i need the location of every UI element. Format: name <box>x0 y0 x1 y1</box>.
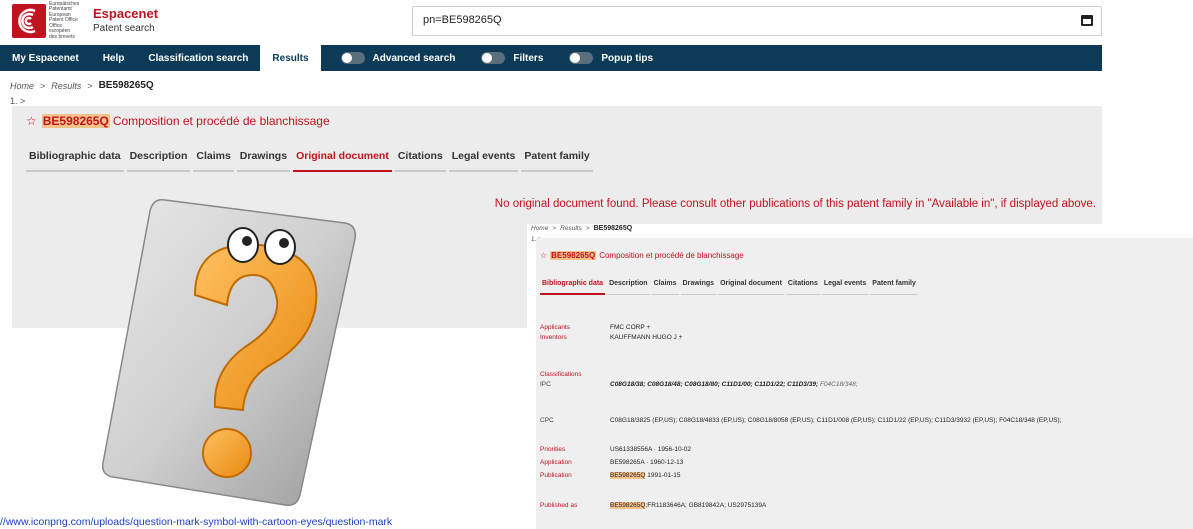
applicants-value[interactable]: FMC CORP + <box>610 324 650 331</box>
preview-tab-claims[interactable]: Claims <box>651 280 679 295</box>
toggle-switch-icon <box>340 52 365 64</box>
tab-drawings[interactable]: Drawings <box>236 150 291 172</box>
cpc-row: CPC C08G18/3825 (EP,US); C08G18/4833 (EP… <box>540 417 1062 424</box>
application-row: Application BE598265A · 1960-12-13 <box>540 459 683 466</box>
image-url[interactable]: //www.iconpng.com/uploads/question-mark-… <box>0 516 540 528</box>
preview-tab-patent-family[interactable]: Patent family <box>870 280 918 295</box>
breadcrumb-home[interactable]: Home <box>10 81 34 91</box>
search-box <box>412 6 1102 36</box>
classifications-row: Classifications <box>540 371 610 378</box>
star-icon[interactable]: ☆ <box>26 114 37 128</box>
priorities-row: Priorities US61338556A · 1956-10-02 <box>540 446 691 453</box>
epo-logo-icon <box>12 4 46 38</box>
applicants-label: Applicants <box>540 324 570 331</box>
tab-description[interactable]: Description <box>126 150 191 172</box>
preview-document-number: BE598265Q <box>550 251 597 260</box>
chevron-right-icon: > <box>585 225 590 232</box>
publication-value[interactable]: BE598265Q 1991-01-15 <box>610 472 680 479</box>
toggle-switch-icon <box>481 52 506 64</box>
document-tabs: Bibliographic data Description Claims Dr… <box>26 150 596 172</box>
nav-my-espacenet[interactable]: My Espacenet <box>0 45 91 71</box>
nav-classification-search[interactable]: Classification search <box>136 45 260 71</box>
document-number: BE598265Q <box>41 114 110 128</box>
star-icon[interactable]: ☆ <box>540 251 547 260</box>
epo-logo[interactable]: Europäisches Patentamt European Patent O… <box>12 0 80 40</box>
logo-text: Europäisches Patentamt European Patent O… <box>49 0 80 40</box>
toggle-label: Filters <box>513 52 544 64</box>
brand-subtitle: Patent search <box>93 23 155 34</box>
preview-panel: ☆ BE598265Q Composition et procédé de bl… <box>536 238 1193 529</box>
tab-original-document[interactable]: Original document <box>293 150 392 172</box>
inventors-row: Inventors KAUFFMANN HUGO J + <box>540 334 682 341</box>
publication-label: Publication <box>540 472 572 479</box>
document-title: Composition et procédé de blanchissage <box>112 114 330 128</box>
tab-bibliographic-data[interactable]: Bibliographic data <box>26 150 124 172</box>
preview-tab-bibliographic-data[interactable]: Bibliographic data <box>540 280 606 295</box>
inventors-value[interactable]: KAUFFMANN HUGO J + <box>610 334 682 341</box>
ipc-label: IPC <box>540 381 551 388</box>
popup-tips-toggle[interactable]: Popup tips <box>557 52 667 64</box>
classifications-label: Classifications <box>540 371 582 378</box>
brand-name: Espacenet <box>93 6 159 21</box>
cpc-label: CPC <box>540 417 554 424</box>
bibliographic-preview: Home > Results > BE598265Q 1. > ☆ BE5982… <box>527 224 1193 529</box>
preview-tab-original-document[interactable]: Original document <box>718 280 784 295</box>
toggle-label: Advanced search <box>372 52 456 64</box>
publication-row: Publication BE598265Q 1991-01-15 <box>540 472 680 479</box>
brand[interactable]: Espacenet Patent search <box>93 6 158 34</box>
window-icon[interactable] <box>1081 15 1093 26</box>
search-input[interactable] <box>423 14 1023 26</box>
preview-breadcrumb: Home > Results > BE598265Q <box>531 225 632 232</box>
preview-title-row: ☆ BE598265Q Composition et procédé de bl… <box>540 251 744 260</box>
preview-tab-drawings[interactable]: Drawings <box>680 280 717 295</box>
published-as-row: Published as BE598265Q;FR1183646A; GB819… <box>540 502 766 509</box>
published-as-label: Published as <box>540 502 578 509</box>
chevron-right-icon: > <box>40 80 46 91</box>
preview-tabs: Bibliographic data Description Claims Dr… <box>540 280 920 295</box>
filters-toggle[interactable]: Filters <box>469 52 557 64</box>
preview-breadcrumb-home[interactable]: Home <box>531 225 548 232</box>
document-title-row: ☆ BE598265Q Composition et procédé de bl… <box>26 114 330 128</box>
breadcrumb-current: BE598265Q <box>98 80 154 91</box>
tab-claims[interactable]: Claims <box>193 150 234 172</box>
question-mark-icon <box>101 198 357 507</box>
advanced-search-toggle[interactable]: Advanced search <box>329 52 470 64</box>
preview-tab-citations[interactable]: Citations <box>785 280 820 295</box>
cpc-value[interactable]: C08G18/3825 (EP,US); C08G18/4833 (EP,US)… <box>610 417 1062 424</box>
published-as-value[interactable]: BE598265Q;FR1183646A; GB819842A; US29751… <box>610 502 766 509</box>
application-label: Application <box>540 459 572 466</box>
chevron-right-icon: > <box>552 225 557 232</box>
nav-results[interactable]: Results <box>260 45 321 71</box>
main-nav: My Espacenet Help Classification search … <box>0 45 1102 71</box>
toggle-switch-icon <box>569 52 594 64</box>
preview-document-title: Composition et procédé de blanchissage <box>599 251 744 260</box>
toggle-label: Popup tips <box>601 52 654 64</box>
applicants-row: Applicants FMC CORP + <box>540 324 650 331</box>
preview-tab-description[interactable]: Description <box>607 280 650 295</box>
application-value[interactable]: BE598265A · 1960-12-13 <box>610 459 683 466</box>
preview-breadcrumb-current: BE598265Q <box>593 225 633 232</box>
tab-patent-family[interactable]: Patent family <box>521 150 593 172</box>
no-document-message: No original document found. Please consu… <box>494 198 1096 210</box>
tab-legal-events[interactable]: Legal events <box>448 150 519 172</box>
priorities-label: Priorities <box>540 446 566 453</box>
ipc-value[interactable]: C08G18/38; C08G18/48; C08G18/80; C11D1/0… <box>610 381 858 388</box>
breadcrumb-results[interactable]: Results <box>51 81 81 91</box>
chevron-right-icon: > <box>87 80 93 91</box>
ipc-row: IPC C08G18/38; C08G18/48; C08G18/80; C11… <box>540 381 858 388</box>
inventors-label: Inventors <box>540 334 567 341</box>
result-number[interactable]: 1. > <box>10 96 25 106</box>
nav-help[interactable]: Help <box>91 45 137 71</box>
breadcrumb: Home > Results > BE598265Q <box>10 80 154 91</box>
priorities-value[interactable]: US61338556A · 1956-10-02 <box>610 446 691 453</box>
tab-citations[interactable]: Citations <box>394 150 446 172</box>
preview-breadcrumb-results[interactable]: Results <box>560 225 582 232</box>
preview-tab-legal-events[interactable]: Legal events <box>821 280 869 295</box>
top-header: Europäisches Patentamt European Patent O… <box>0 0 1193 42</box>
